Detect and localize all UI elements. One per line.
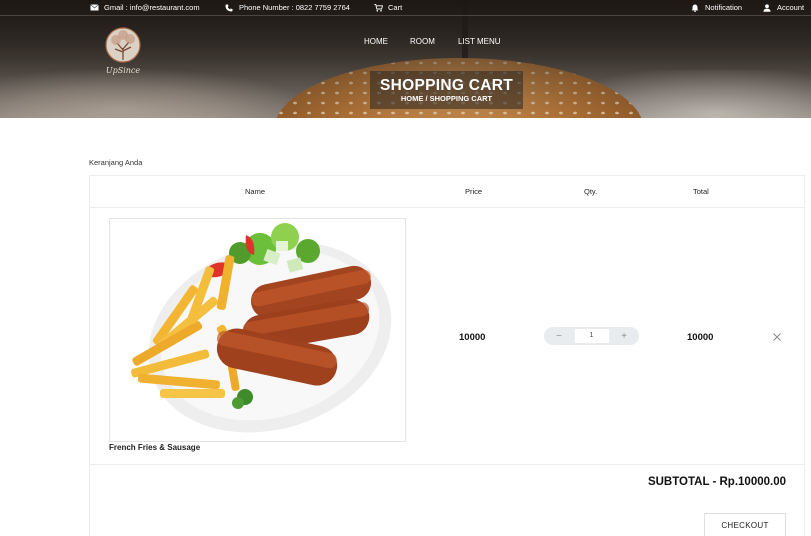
notification-label: Notification (705, 3, 743, 12)
quantity-stepper[interactable]: − 1 + (544, 327, 639, 345)
phone-icon (224, 4, 234, 12)
item-price: 10000 (459, 332, 486, 343)
svg-text:UpSince: UpSince (106, 66, 141, 75)
nav-item-list-menu[interactable]: LIST MENU (458, 37, 501, 46)
page-title-box: SHOPPING CART HOME / SHOPPING CART (370, 71, 523, 109)
header-total: Total (693, 187, 709, 196)
top-bar-divider (0, 15, 811, 16)
cart-icon (373, 3, 383, 12)
nav-item-home[interactable]: HOME (364, 37, 388, 46)
header-price: Price (465, 187, 483, 196)
item-total: 10000 (687, 332, 714, 343)
email-contact[interactable]: Gmail : info@restaurant.com (89, 3, 200, 12)
cart-table: Name Price Qty. Total French Fries & Sau… (89, 175, 805, 536)
phone-contact[interactable]: Phone Number : 0822 7759 2764 (224, 3, 350, 12)
cart-table-header: Name Price Qty. Total (90, 176, 804, 208)
product-name: French Fries & Sausage (109, 443, 201, 452)
bell-icon (690, 4, 700, 12)
cart-link-label: Cart (388, 3, 403, 12)
account-label: Account (777, 3, 805, 12)
decrease-quantity-button[interactable]: − (552, 329, 566, 343)
subtotal-label: SUBTOTAL - (647, 476, 720, 488)
notification-link[interactable]: Notification (690, 3, 742, 12)
increase-quantity-button[interactable]: + (617, 329, 631, 343)
product-image[interactable] (109, 218, 406, 442)
user-icon (762, 3, 772, 12)
phone-text: Phone Number : 0822 7759 2764 (239, 3, 350, 12)
subtotal-value: Rp.10000.00 (719, 476, 787, 488)
quantity-value[interactable]: 1 (574, 329, 609, 343)
email-text: Gmail : info@restaurant.com (104, 3, 200, 12)
cart-section-label: Keranjang Anda (89, 158, 143, 167)
subtotal: SUBTOTAL - Rp.10000.00 (635, 476, 786, 488)
checkout-button[interactable]: CHECKOUT (704, 513, 786, 536)
header-name: Name (245, 187, 266, 196)
cart-item-row: French Fries & Sausage 10000 − 1 + 10000 (90, 208, 804, 465)
nav-item-room[interactable]: ROOM (410, 37, 435, 46)
top-bar: Gmail : info@restaurant.com Phone Number… (0, 0, 811, 15)
page-title: SHOPPING CART (379, 77, 514, 94)
restaurant-logo[interactable]: UpSince (100, 24, 150, 80)
breadcrumb: HOME / SHOPPING CART (400, 94, 493, 103)
hero-banner: Gmail : info@restaurant.com Phone Number… (0, 0, 811, 118)
close-icon (773, 333, 781, 341)
cart-link[interactable]: Cart (373, 3, 402, 12)
mail-icon (89, 4, 99, 12)
account-link[interactable]: Account (762, 3, 804, 12)
remove-item-button[interactable] (771, 330, 783, 342)
header-qty: Qty. (584, 187, 598, 196)
